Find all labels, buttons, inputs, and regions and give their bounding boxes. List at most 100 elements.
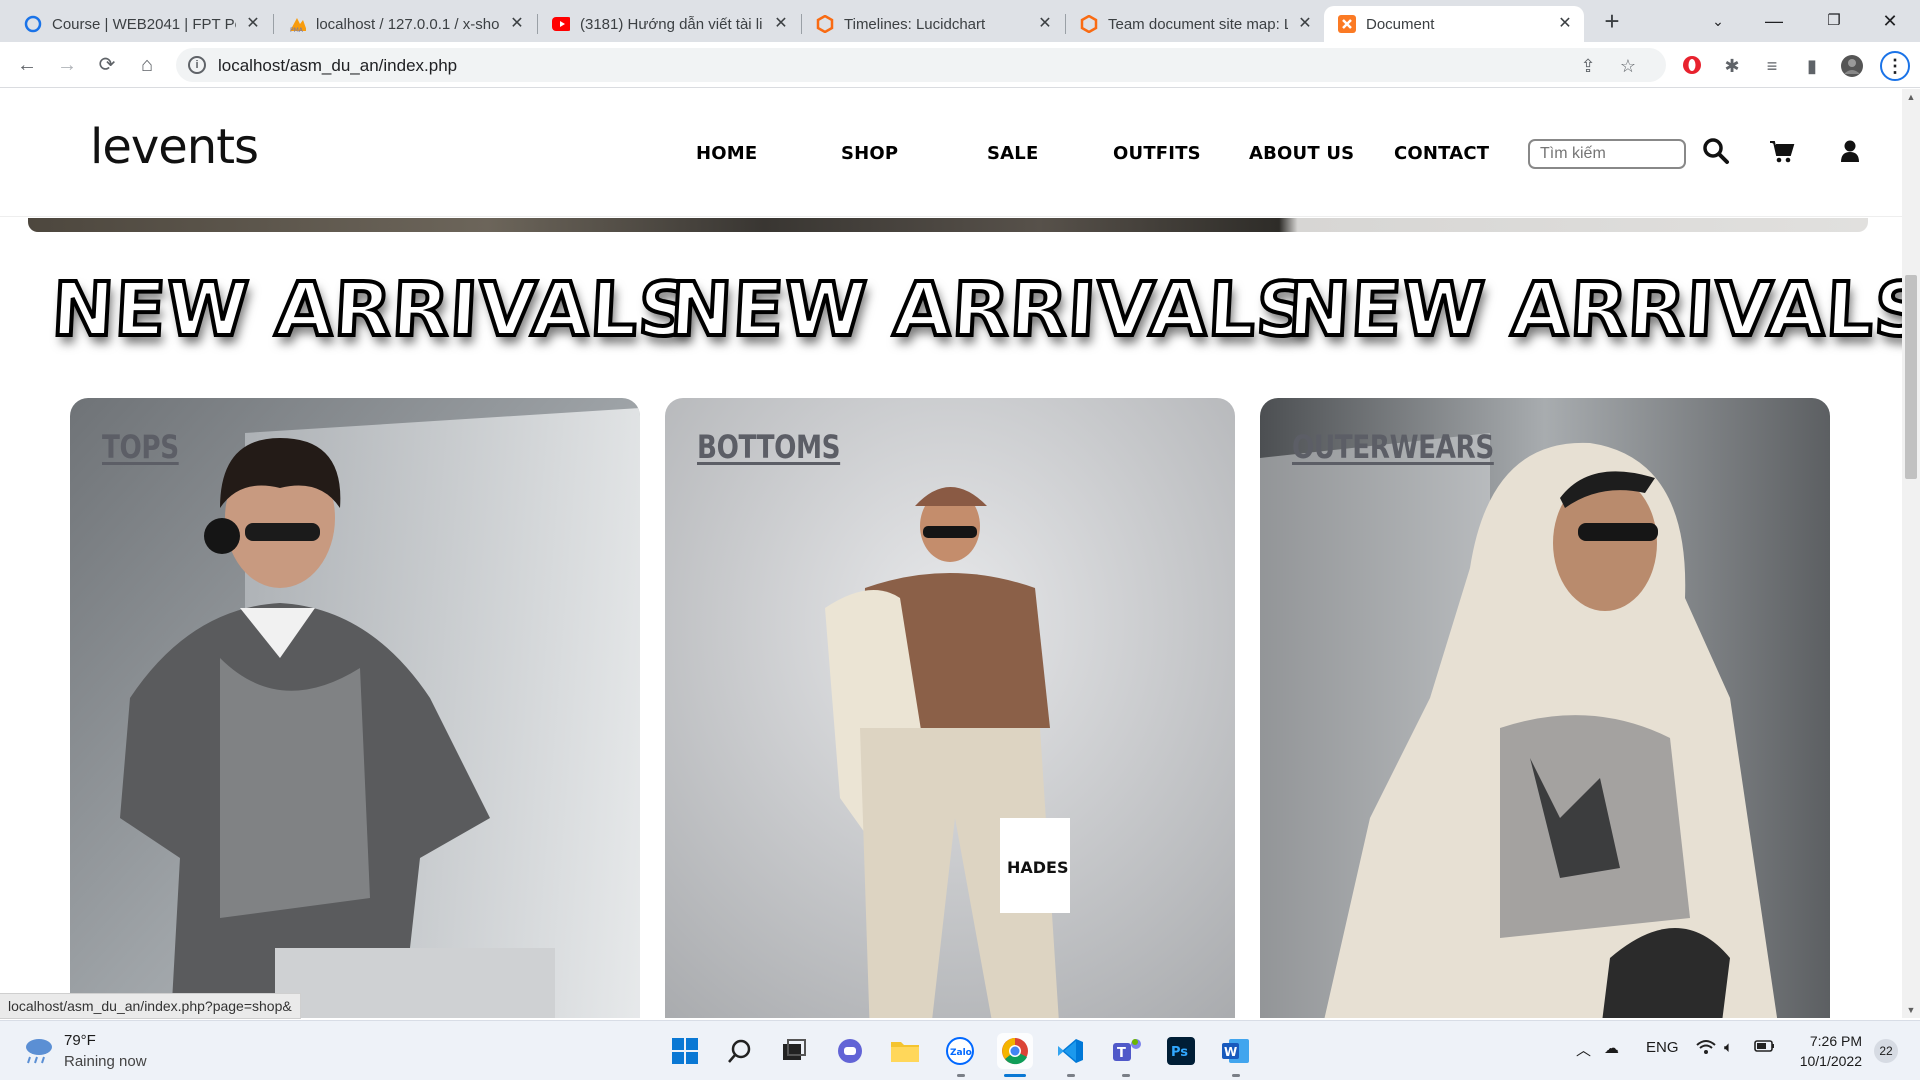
file-explorer-icon[interactable] xyxy=(887,1033,923,1069)
site-header: levents HOME SHOP SALE OUTFITS ABOUT US … xyxy=(0,89,1902,217)
close-icon[interactable]: ✕ xyxy=(1556,15,1574,33)
tab-search-icon[interactable]: ⌄ xyxy=(1690,4,1746,38)
category-label-bottoms[interactable]: BOTTOMS xyxy=(697,428,841,466)
home-button[interactable]: ⌂ xyxy=(132,50,162,80)
lucidchart-icon xyxy=(816,15,834,33)
tab-lucidchart-sitemap[interactable]: Team document site map: L ✕ xyxy=(1066,6,1324,42)
nav-outfits[interactable]: OUTFITS xyxy=(1113,143,1201,164)
scroll-up-arrow[interactable]: ▲ xyxy=(1902,89,1920,105)
running-indicator xyxy=(1122,1074,1130,1077)
nav-shop[interactable]: SHOP xyxy=(841,143,898,164)
clock-date: 10/1/2022 xyxy=(1799,1053,1862,1069)
media-queue-icon[interactable]: ≡ xyxy=(1760,54,1784,78)
teams-chat-icon[interactable] xyxy=(832,1033,868,1069)
new-tab-button[interactable]: + xyxy=(1598,8,1626,36)
svg-text:Zalo: Zalo xyxy=(950,1048,972,1058)
photoshop-icon[interactable]: Ps xyxy=(1163,1033,1199,1069)
info-icon[interactable]: i xyxy=(188,56,206,74)
svg-text:T: T xyxy=(1117,1046,1126,1061)
language-indicator[interactable]: ENG xyxy=(1646,1039,1679,1056)
tab-title: (3181) Hướng dẫn viết tài li xyxy=(580,15,763,33)
tops-photo xyxy=(70,398,640,1018)
tab-title: localhost / 127.0.0.1 / x-sho xyxy=(316,15,500,33)
share-icon[interactable]: ⇪ xyxy=(1576,54,1600,78)
start-windows-icon[interactable] xyxy=(667,1033,703,1069)
minimize-button[interactable]: — xyxy=(1746,4,1802,38)
browser-tab-strip: Course | WEB2041 | FPT Pol ✕ PMA localho… xyxy=(0,0,1920,42)
onedrive-cloud-icon[interactable]: ☁ xyxy=(1604,1039,1619,1057)
weather-status[interactable]: Raining now xyxy=(64,1053,147,1070)
forward-button[interactable]: → xyxy=(52,50,82,80)
tab-phpmyadmin[interactable]: PMA localhost / 127.0.0.1 / x-sho ✕ xyxy=(274,6,536,42)
browser-menu-icon[interactable]: ⋮ xyxy=(1880,51,1910,81)
sidepanel-icon[interactable]: ▮ xyxy=(1800,54,1824,78)
screen: Course | WEB2041 | FPT Pol ✕ PMA localho… xyxy=(0,0,1920,1080)
extensions-puzzle-icon[interactable]: ✱ xyxy=(1720,54,1744,78)
phpmyadmin-icon: PMA xyxy=(288,15,306,33)
cart-icon[interactable] xyxy=(1768,137,1796,165)
bottoms-photo: HADES xyxy=(665,398,1235,1018)
close-icon[interactable]: ✕ xyxy=(772,15,790,33)
close-icon[interactable]: ✕ xyxy=(508,15,526,33)
address-bar[interactable]: i localhost/asm_du_an/index.php ⇪ ☆ xyxy=(176,48,1666,82)
category-card-tops[interactable]: TOPS xyxy=(70,398,640,1018)
nav-home[interactable]: HOME xyxy=(696,143,757,164)
active-indicator xyxy=(1004,1074,1026,1077)
tab-youtube[interactable]: (3181) Hướng dẫn viết tài li ✕ xyxy=(538,6,800,42)
tab-course[interactable]: Course | WEB2041 | FPT Pol ✕ xyxy=(10,6,272,42)
scrollbar-thumb[interactable] xyxy=(1905,275,1917,479)
category-card-outerwears[interactable]: OUTERWEARS xyxy=(1260,398,1830,1018)
close-icon[interactable]: ✕ xyxy=(1296,15,1314,33)
tab-title: Document xyxy=(1366,15,1435,33)
xampp-icon xyxy=(1338,15,1356,33)
close-icon[interactable]: ✕ xyxy=(1036,15,1054,33)
search-icon[interactable] xyxy=(1702,137,1730,165)
wifi-icon[interactable] xyxy=(1696,1039,1716,1059)
zalo-icon[interactable]: Zalo xyxy=(942,1033,978,1069)
nav-about-us[interactable]: ABOUT US xyxy=(1249,143,1354,164)
nav-sale[interactable]: SALE xyxy=(987,143,1038,164)
back-button[interactable]: ← xyxy=(12,50,42,80)
taskbar-search-icon[interactable] xyxy=(722,1033,758,1069)
svg-text:Ps: Ps xyxy=(1171,1045,1188,1060)
taskbar-clock[interactable]: 7:26 PM 10/1/2022 xyxy=(1786,1031,1862,1071)
word-icon[interactable]: W xyxy=(1218,1033,1254,1069)
close-window-button[interactable]: ✕ xyxy=(1862,4,1918,38)
restore-button[interactable]: ❐ xyxy=(1806,4,1862,38)
tab-lucidchart-timelines[interactable]: Timelines: Lucidchart ✕ xyxy=(802,6,1064,42)
rain-cloud-icon[interactable] xyxy=(22,1035,56,1065)
teams-icon[interactable]: T xyxy=(1108,1033,1144,1069)
browser-toolbar: ← → ⟳ ⌂ i localhost/asm_du_an/index.php … xyxy=(0,42,1920,88)
tab-title: Timelines: Lucidchart xyxy=(844,15,986,33)
chevron-up-icon[interactable]: ︿ xyxy=(1576,1039,1591,1060)
volume-icon[interactable]: 🔈︎ xyxy=(1724,1039,1733,1056)
user-icon[interactable] xyxy=(1836,137,1864,165)
weather-temperature[interactable]: 79°F xyxy=(64,1032,96,1049)
chrome-icon[interactable] xyxy=(997,1033,1033,1069)
nav-contact[interactable]: CONTACT xyxy=(1394,143,1489,164)
reload-button[interactable]: ⟳ xyxy=(92,50,122,80)
running-indicator xyxy=(1232,1074,1240,1077)
page-scrollbar[interactable]: ▲ ▼ xyxy=(1902,89,1920,1018)
category-label-outerwears[interactable]: OUTERWEARS xyxy=(1292,428,1494,466)
bookmark-star-icon[interactable]: ☆ xyxy=(1616,54,1640,78)
opera-extension-icon[interactable] xyxy=(1680,54,1704,78)
vscode-icon[interactable] xyxy=(1052,1033,1088,1069)
blue-ring-icon xyxy=(24,15,42,33)
site-logo[interactable]: levents xyxy=(90,119,259,175)
web-page: levents HOME SHOP SALE OUTFITS ABOUT US … xyxy=(0,89,1902,1018)
scroll-down-arrow[interactable]: ▼ xyxy=(1902,1002,1920,1018)
profile-avatar-icon[interactable] xyxy=(1840,54,1864,78)
search-input[interactable] xyxy=(1528,139,1686,169)
tab-title: Team document site map: L xyxy=(1108,15,1288,33)
category-card-bottoms[interactable]: HADES BOTTOMS xyxy=(665,398,1235,1018)
address-url: localhost/asm_du_an/index.php xyxy=(218,56,458,75)
category-label-tops[interactable]: TOPS xyxy=(102,428,179,466)
notification-badge[interactable]: 22 xyxy=(1874,1039,1898,1063)
status-bar-url: localhost/asm_du_an/index.php?page=shop& xyxy=(0,993,301,1019)
battery-icon[interactable] xyxy=(1754,1039,1776,1057)
running-indicator xyxy=(1067,1074,1075,1077)
tab-document[interactable]: Document ✕ xyxy=(1324,6,1584,42)
close-icon[interactable]: ✕ xyxy=(244,15,262,33)
task-view-icon[interactable] xyxy=(776,1033,812,1069)
